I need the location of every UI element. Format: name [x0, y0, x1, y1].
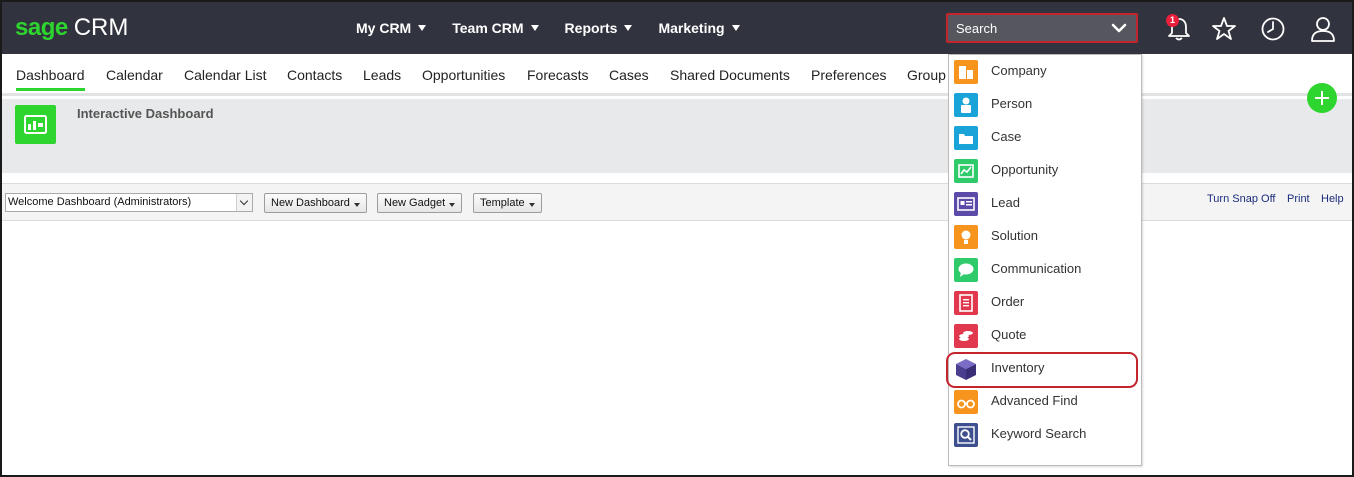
- keyword-search-icon: [954, 423, 978, 447]
- search-menu-label: Quote: [991, 327, 1027, 342]
- quote-icon: [954, 324, 978, 348]
- top-bar: sage CRM My CRM Team CRM Reports Marketin…: [2, 2, 1352, 54]
- search-menu-item-case[interactable]: Case: [949, 121, 1141, 154]
- search-menu-label: Company: [991, 63, 1047, 78]
- tab-group[interactable]: Group: [907, 67, 946, 83]
- tab-contacts[interactable]: Contacts: [287, 67, 342, 83]
- caret-down-icon: [353, 203, 360, 207]
- top-navigation: My CRM Team CRM Reports Marketing: [356, 2, 766, 54]
- tab-opportunities[interactable]: Opportunities: [422, 67, 505, 83]
- dashboard-icon: [15, 105, 56, 144]
- search-menu-item-lead[interactable]: Lead: [949, 187, 1141, 220]
- search-menu-item-opportunity[interactable]: Opportunity: [949, 154, 1141, 187]
- chevron-down-icon: [1111, 23, 1127, 33]
- new-gadget-button[interactable]: New Gadget: [377, 193, 463, 213]
- search-menu-label: Person: [991, 96, 1033, 111]
- caret-down-icon: [530, 25, 539, 31]
- search-menu-item-keyword-search[interactable]: Keyword Search: [949, 418, 1141, 451]
- binoculars-icon: [954, 390, 978, 414]
- search-menu-item-company[interactable]: Company: [949, 55, 1141, 88]
- page-header: Interactive Dashboard: [2, 83, 1352, 173]
- caret-down-icon: [418, 25, 427, 31]
- search-menu-item-person[interactable]: Person: [949, 88, 1141, 121]
- search-menu-item-solution[interactable]: Solution: [949, 220, 1141, 253]
- clock-icon[interactable]: [1260, 16, 1286, 42]
- dashboard-select-value: Welcome Dashboard (Administrators): [8, 196, 192, 208]
- search-menu-label: Opportunity: [991, 162, 1059, 177]
- module-tabs: Dashboard Calendar Calendar List Contact…: [2, 54, 1352, 96]
- print-link[interactable]: Print: [1287, 193, 1310, 205]
- order-icon: [954, 291, 978, 315]
- topnav-label: Reports: [564, 20, 618, 36]
- search-menu-item-order[interactable]: Order: [949, 286, 1141, 319]
- topnav-label: Marketing: [658, 20, 725, 36]
- dashboard-select[interactable]: Welcome Dashboard (Administrators): [5, 193, 253, 212]
- solution-icon: [954, 225, 978, 249]
- caret-down-icon: [449, 203, 456, 207]
- topnav-marketing[interactable]: Marketing: [658, 2, 740, 54]
- topnav-reports[interactable]: Reports: [565, 2, 633, 54]
- lead-icon: [954, 192, 978, 216]
- sage-crm-logo[interactable]: sage CRM: [15, 14, 128, 42]
- company-icon: [954, 60, 978, 84]
- new-dashboard-button[interactable]: New Dashboard: [264, 193, 367, 213]
- logo-sage: sage: [15, 14, 68, 41]
- person-icon: [954, 93, 978, 117]
- inventory-highlight-annotation: [946, 352, 1138, 388]
- star-icon[interactable]: [1211, 16, 1237, 42]
- tab-calendar-list[interactable]: Calendar List: [184, 67, 267, 83]
- tab-dashboard[interactable]: Dashboard: [16, 67, 85, 91]
- topnav-my-crm[interactable]: My CRM: [356, 2, 427, 54]
- search-dropdown-toggle[interactable]: Search: [946, 13, 1138, 43]
- caret-down-icon: [528, 203, 535, 207]
- tab-shared-documents[interactable]: Shared Documents: [670, 67, 790, 83]
- notification-badge: 1: [1166, 14, 1179, 27]
- caret-down-icon: [731, 25, 740, 31]
- tab-forecasts[interactable]: Forecasts: [527, 67, 588, 83]
- help-link[interactable]: Help: [1321, 193, 1344, 205]
- communication-icon: [954, 258, 978, 282]
- button-label: New Gadget: [384, 197, 446, 209]
- app-frame: sage CRM My CRM Team CRM Reports Marketin…: [0, 0, 1354, 477]
- turn-snap-off-link[interactable]: Turn Snap Off: [1207, 193, 1275, 205]
- add-button[interactable]: [1307, 83, 1337, 113]
- search-menu-label: Advanced Find: [991, 393, 1078, 408]
- search-menu-item-quote[interactable]: Quote: [949, 319, 1141, 352]
- search-menu: Company Person Case Opportunity Lead Sol…: [948, 54, 1142, 466]
- search-menu-label: Lead: [991, 195, 1020, 210]
- dashboard-toolbar: Welcome Dashboard (Administrators) New D…: [2, 183, 1352, 221]
- search-menu-item-advanced-find[interactable]: Advanced Find: [949, 385, 1141, 418]
- search-label: Search: [956, 21, 998, 36]
- tab-cases[interactable]: Cases: [609, 67, 649, 83]
- tab-preferences[interactable]: Preferences: [811, 67, 886, 83]
- opportunity-icon: [954, 159, 978, 183]
- tab-calendar[interactable]: Calendar: [106, 67, 163, 83]
- case-icon: [954, 126, 978, 150]
- caret-down-icon: [624, 25, 633, 31]
- search-menu-label: Case: [991, 129, 1022, 144]
- template-button[interactable]: Template: [473, 193, 542, 213]
- search-menu-label: Order: [991, 294, 1025, 309]
- topnav-team-crm[interactable]: Team CRM: [452, 2, 539, 54]
- tab-leads[interactable]: Leads: [363, 67, 401, 83]
- select-arrow-icon: [236, 194, 252, 211]
- topnav-label: My CRM: [356, 20, 412, 36]
- topnav-label: Team CRM: [452, 20, 524, 36]
- search-menu-label: Communication: [991, 261, 1082, 276]
- logo-crm: CRM: [73, 14, 129, 41]
- page-title: Interactive Dashboard: [77, 106, 214, 121]
- button-label: New Dashboard: [271, 197, 350, 209]
- search-menu-item-communication[interactable]: Communication: [949, 253, 1141, 286]
- user-icon[interactable]: [1310, 16, 1336, 42]
- search-menu-label: Solution: [991, 228, 1038, 243]
- search-menu-label: Keyword Search: [991, 426, 1087, 441]
- button-label: Template: [480, 197, 525, 209]
